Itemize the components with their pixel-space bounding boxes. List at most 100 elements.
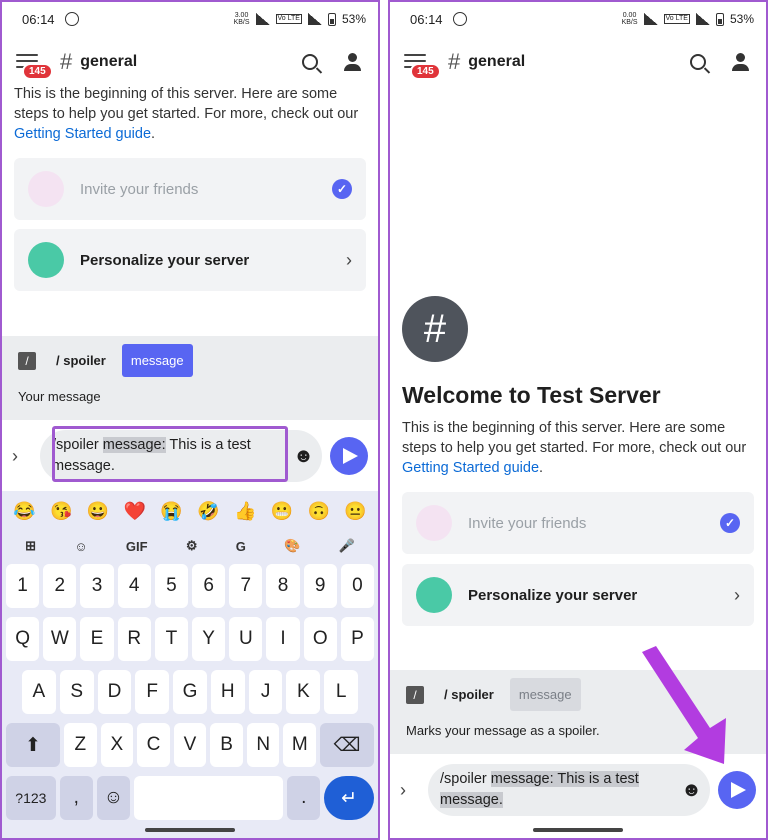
letter-key-5[interactable]: Y <box>192 617 226 661</box>
number-key-7[interactable]: 8 <box>266 564 300 608</box>
command-name: / spoiler <box>56 353 106 368</box>
members-icon[interactable] <box>732 53 752 71</box>
battery-level: 53% <box>729 12 754 26</box>
space-key[interactable] <box>134 776 284 820</box>
enter-key[interactable]: ↵ <box>324 776 374 820</box>
chevron-right-icon: › <box>346 249 352 270</box>
keyboard-tool-5[interactable]: 🎨 <box>284 538 300 554</box>
intro-body: This is the beginning of this server. He… <box>14 86 359 122</box>
emoji-suggestion-6[interactable]: 👍 <box>234 501 256 522</box>
menu-icon[interactable]: 145 <box>16 54 53 80</box>
number-key-9[interactable]: 0 <box>340 564 375 608</box>
letter-key-4[interactable]: B <box>210 723 243 767</box>
number-key-8[interactable]: 9 <box>303 564 337 608</box>
invite-friends-label: Invite your friends <box>468 514 587 532</box>
search-icon[interactable] <box>690 54 706 70</box>
search-icon[interactable] <box>302 54 318 70</box>
number-key-4[interactable]: 5 <box>154 564 188 608</box>
emoji-suggestion-1[interactable]: 😘 <box>50 501 72 522</box>
number-key-1[interactable]: 2 <box>43 564 77 608</box>
menu-icon[interactable]: 145 <box>404 54 441 80</box>
letter-key-1[interactable]: W <box>43 617 77 661</box>
intro-body: This is the beginning of this server. He… <box>402 420 747 456</box>
letter-key-4[interactable]: T <box>154 617 188 661</box>
message-input[interactable]: /spoiler message: This is a test message… <box>428 764 710 816</box>
emoji-key[interactable]: ☺ <box>96 776 130 820</box>
status-bar: 06:14 3.00 KB/S Vo LTE 53% <box>2 2 378 36</box>
shift-key[interactable]: ⬆ <box>6 723 60 767</box>
expand-icon[interactable]: › <box>12 446 40 467</box>
keyboard-tool-4[interactable]: G <box>236 539 246 554</box>
battery-level: 53% <box>341 12 366 26</box>
emoji-suggestion-row: 😂 😘 😀 ❤️ 😭 🤣 👍 😬 🙃 😐 <box>2 491 378 532</box>
number-key-5[interactable]: 6 <box>192 564 226 608</box>
slash-command-icon: / <box>18 351 36 370</box>
letter-key-2[interactable]: D <box>97 670 132 714</box>
period-key[interactable]: . <box>287 776 321 820</box>
letter-key-8[interactable]: O <box>303 617 337 661</box>
emoji-suggestion-2[interactable]: 😀 <box>87 501 109 522</box>
getting-started-link[interactable]: Getting Started guide <box>14 126 151 142</box>
letter-key-2[interactable]: C <box>137 723 170 767</box>
keyboard-tool-3[interactable]: ⚙ <box>186 538 198 554</box>
letter-key-7[interactable]: I <box>266 617 300 661</box>
message-option-chip[interactable]: message <box>121 344 193 377</box>
hash-icon: # <box>448 49 461 74</box>
welcome-title: Welcome to Test Server <box>402 382 661 408</box>
letter-key-6[interactable]: M <box>283 723 317 767</box>
letter-key-3[interactable]: F <box>135 670 170 714</box>
check-icon: ✓ <box>720 513 740 533</box>
letter-key-0[interactable]: A <box>21 670 56 714</box>
letter-key-1[interactable]: X <box>100 723 134 767</box>
emoji-suggestion-7[interactable]: 😬 <box>271 501 293 522</box>
letter-key-0[interactable]: Q <box>5 617 40 661</box>
letter-key-1[interactable]: S <box>59 670 94 714</box>
letter-key-7[interactable]: K <box>286 670 321 714</box>
emoji-icon[interactable]: ☻ <box>681 779 702 801</box>
emoji-suggestion-9[interactable]: 😐 <box>344 501 366 522</box>
letter-key-9[interactable]: P <box>340 617 375 661</box>
letter-key-3[interactable]: R <box>117 617 151 661</box>
invite-friends-card[interactable]: Invite your friends ✓ <box>14 158 366 220</box>
keyboard-tool-2[interactable]: GIF <box>126 539 148 554</box>
number-key-6[interactable]: 7 <box>229 564 263 608</box>
intro-end: . <box>151 126 156 142</box>
message-option-chip[interactable]: message <box>509 678 581 711</box>
letter-key-2[interactable]: E <box>80 617 114 661</box>
emoji-suggestion-0[interactable]: 😂 <box>13 501 35 522</box>
letter-key-5[interactable]: N <box>246 723 280 767</box>
invite-friends-card[interactable]: Invite your friends ✓ <box>402 492 754 554</box>
letter-key-6[interactable]: U <box>229 617 263 661</box>
letter-key-6[interactable]: J <box>248 670 283 714</box>
letter-key-8[interactable]: L <box>324 670 359 714</box>
getting-started-link[interactable]: Getting Started guide <box>402 460 539 476</box>
channel-name: general <box>468 53 526 70</box>
backspace-key[interactable]: ⌫ <box>320 723 374 767</box>
intro-text: This is the beginning of this server. He… <box>14 84 364 144</box>
comma-key[interactable]: , <box>59 776 93 820</box>
members-icon[interactable] <box>344 53 364 71</box>
personalize-server-card[interactable]: Personalize your server › <box>402 564 754 626</box>
whatsapp-icon <box>452 12 467 26</box>
personalize-server-label: Personalize your server <box>80 251 250 269</box>
keyboard-tool-0[interactable]: ⊞ <box>25 538 36 554</box>
personalize-server-card[interactable]: Personalize your server › <box>14 229 366 291</box>
emoji-suggestion-4[interactable]: 😭 <box>160 501 182 522</box>
letter-key-3[interactable]: V <box>173 723 207 767</box>
expand-icon[interactable]: › <box>400 780 428 801</box>
emoji-suggestion-3[interactable]: ❤️ <box>124 501 146 522</box>
emoji-suggestion-5[interactable]: 🤣 <box>197 501 219 522</box>
send-button[interactable] <box>330 437 368 475</box>
send-button[interactable] <box>718 771 756 809</box>
keyboard-tool-1[interactable]: ☺ <box>74 539 87 554</box>
emoji-icon[interactable]: ☻ <box>293 445 314 467</box>
letter-key-0[interactable]: Z <box>64 723 97 767</box>
number-key-3[interactable]: 4 <box>117 564 151 608</box>
number-key-0[interactable]: 1 <box>5 564 40 608</box>
letter-key-4[interactable]: G <box>173 670 207 714</box>
symbols-key[interactable]: ?123 <box>6 776 56 820</box>
keyboard-tool-6[interactable]: 🎤 <box>339 538 355 554</box>
letter-key-5[interactable]: H <box>210 670 245 714</box>
number-key-2[interactable]: 3 <box>80 564 114 608</box>
emoji-suggestion-8[interactable]: 🙃 <box>308 501 330 522</box>
